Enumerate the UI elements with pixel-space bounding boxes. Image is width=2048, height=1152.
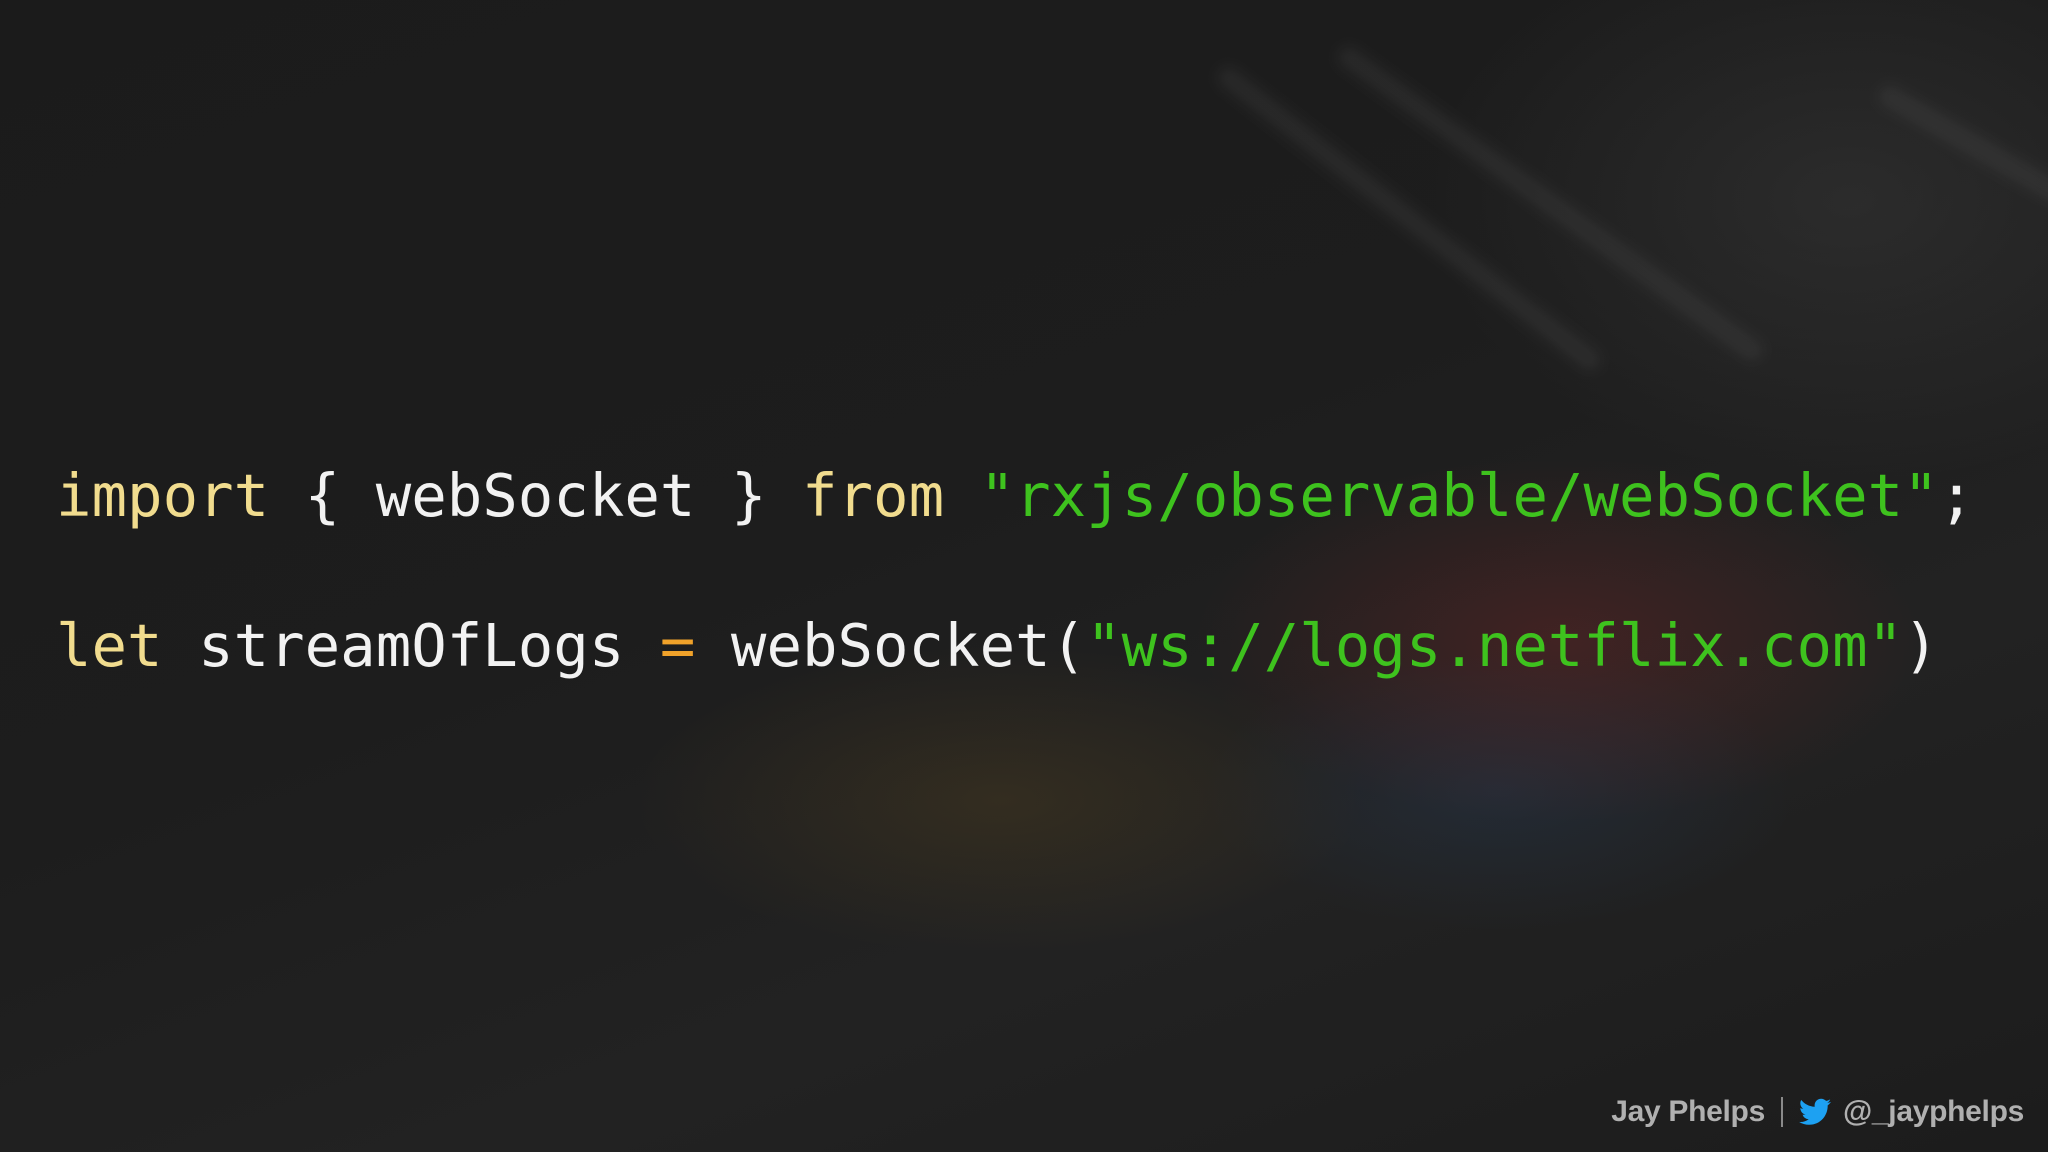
keyword-let: let bbox=[56, 611, 163, 680]
slide: import { webSocket } from "rxjs/observab… bbox=[0, 0, 2048, 1152]
imported-identifier: webSocket bbox=[375, 461, 696, 530]
function-call: webSocket( bbox=[695, 611, 1087, 680]
keyword-from: from bbox=[802, 461, 945, 530]
twitter-bird-icon bbox=[1798, 1098, 1831, 1125]
footer-divider bbox=[1780, 1097, 1783, 1127]
author-name: Jay Phelps bbox=[1611, 1095, 1765, 1128]
variable-name: streamOfLogs bbox=[162, 611, 660, 680]
code-line-import: import { webSocket } from "rxjs/observab… bbox=[56, 456, 1974, 536]
close-brace: } bbox=[695, 461, 802, 530]
assignment-operator: = bbox=[659, 611, 696, 680]
url-string: "ws://logs.netflix.com" bbox=[1086, 611, 1904, 680]
speaker-footer: Jay Phelps @_jayphelps bbox=[1611, 1088, 2024, 1136]
open-brace: { bbox=[269, 461, 376, 530]
background-streak bbox=[1874, 81, 2048, 231]
module-path-string: "rxjs/observable/webSocket" bbox=[979, 461, 1939, 530]
twitter-handle: @_jayphelps bbox=[1842, 1095, 2024, 1128]
keyword-import: import bbox=[56, 461, 270, 530]
close-paren: ) bbox=[1903, 611, 1939, 680]
semicolon: ; bbox=[1938, 461, 1975, 530]
code-line-let: let streamOfLogs = webSocket("ws://logs.… bbox=[56, 606, 1939, 686]
